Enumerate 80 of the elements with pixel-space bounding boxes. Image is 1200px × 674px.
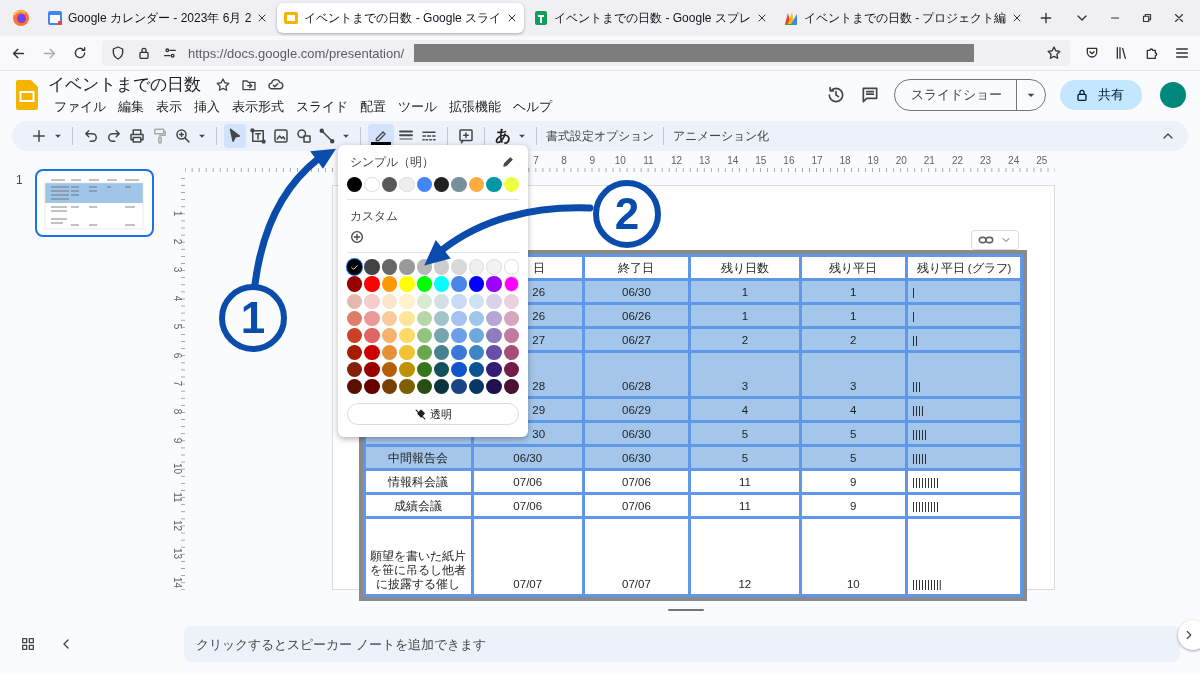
table-cell: 06/30	[583, 279, 690, 304]
table-cell: 2	[689, 327, 801, 352]
table-cell: |	[906, 303, 1022, 328]
table-cell: 1	[800, 303, 907, 328]
speaker-notes-field[interactable]: クリックするとスピーカー ノートを追加できます	[184, 626, 1180, 662]
table-cell: 5	[689, 445, 801, 470]
table-cell: 06/27	[583, 327, 690, 352]
url-text: https://docs.google.com/presentation/	[188, 45, 405, 61]
table-cell: 5	[689, 421, 801, 446]
table-cell: 06/30	[472, 445, 584, 470]
menu-item[interactable]: 表示形式	[226, 98, 290, 117]
column-header: 残り日数	[689, 255, 801, 280]
document-title[interactable]: イベントまでの日数	[48, 73, 201, 96]
browser-tab[interactable]: イベントまでの日数 - Google スプレ	[527, 3, 774, 33]
column-header: 残り平日	[800, 255, 907, 280]
toolbar-button[interactable]: 書式設定オプション	[544, 124, 656, 148]
table-cell: |	[906, 279, 1022, 304]
menu-item[interactable]: 表示	[150, 98, 188, 117]
table-cell: 3	[800, 351, 907, 398]
table-cell: 5	[800, 421, 907, 446]
menu-item[interactable]: ヘルプ	[507, 98, 558, 117]
table-cell: 1	[800, 279, 907, 304]
table-cell: |||||||||	[906, 493, 1022, 518]
menu-item[interactable]: スライド	[290, 98, 354, 117]
annotation-number: 1	[219, 284, 287, 352]
table-cell: |||||	[906, 421, 1022, 446]
annotation-number: 2	[593, 180, 661, 248]
table-cell: 12	[689, 517, 801, 596]
table-cell: 9	[800, 493, 907, 518]
table-cell: ||||||||||	[906, 517, 1022, 596]
share-button[interactable]: 共有	[1060, 80, 1142, 110]
table-cell: 07/06	[583, 469, 690, 494]
table-cell: 06/30	[583, 421, 690, 446]
column-header: 終了日	[583, 255, 690, 280]
table-cell: 06/29	[583, 397, 690, 422]
table-cell: |||	[906, 351, 1022, 398]
table-cell: |||||||||	[906, 469, 1022, 494]
table-cell: 情報科会議	[364, 469, 473, 494]
table-cell: 願望を書いた紙片を笹に吊るし他者に披露する催し	[364, 517, 473, 596]
table-cell: 2	[800, 327, 907, 352]
toolbar-button[interactable]: アニメーション化	[671, 124, 771, 148]
table-cell: 11	[689, 493, 801, 518]
menu-item[interactable]: ツール	[392, 98, 443, 117]
menu-item[interactable]: 編集	[112, 98, 150, 117]
slide-number: 1	[16, 173, 23, 187]
browser-tab[interactable]: Google カレンダー - 2023年 6月 2	[41, 3, 275, 33]
table-cell: 4	[689, 397, 801, 422]
menu-item[interactable]: 挿入	[188, 98, 226, 117]
menu-section-title: シンプル（明）	[350, 153, 434, 171]
table-cell: 4	[800, 397, 907, 422]
table-cell: ||	[906, 327, 1022, 352]
browser-tab[interactable]: イベントまでの日数 - プロジェクト編	[776, 3, 1030, 33]
menu-item[interactable]: ファイル	[48, 98, 112, 117]
table-cell: 3	[689, 351, 801, 398]
table-cell: 07/07	[583, 517, 690, 596]
browser-tab[interactable]: イベントまでの日数 - Google スライ	[277, 3, 525, 33]
table-cell: 11	[689, 469, 801, 494]
transparent-button[interactable]: 透明	[347, 403, 519, 426]
input-tools-button[interactable]: あ	[492, 124, 514, 148]
table-cell: 中間報告会	[364, 445, 473, 470]
table-cell: 成績会議	[364, 493, 473, 518]
table-cell: 06/26	[583, 303, 690, 328]
table-cell: 06/30	[583, 445, 690, 470]
menu-item[interactable]: 拡張機能	[443, 98, 507, 117]
table-cell: |||||	[906, 445, 1022, 470]
table-cell: 06/28	[583, 351, 690, 398]
table-cell: 07/06	[472, 493, 584, 518]
table-cell: 07/07	[472, 517, 584, 596]
table-cell: 07/06	[583, 493, 690, 518]
table-cell: 10	[800, 517, 907, 596]
column-header: 残り平日 (グラフ)	[906, 255, 1022, 280]
address-bar[interactable]: https://docs.google.com/presentation/	[102, 40, 1070, 66]
menu-item[interactable]: 配置	[354, 98, 392, 117]
table-cell: 07/06	[472, 469, 584, 494]
table-cell: 1	[689, 279, 801, 304]
table-cell: 9	[800, 469, 907, 494]
table-cell: 1	[689, 303, 801, 328]
menu-section-title: カスタム	[349, 208, 399, 226]
table-cell: 5	[800, 445, 907, 470]
table-cell: ||||	[906, 397, 1022, 422]
